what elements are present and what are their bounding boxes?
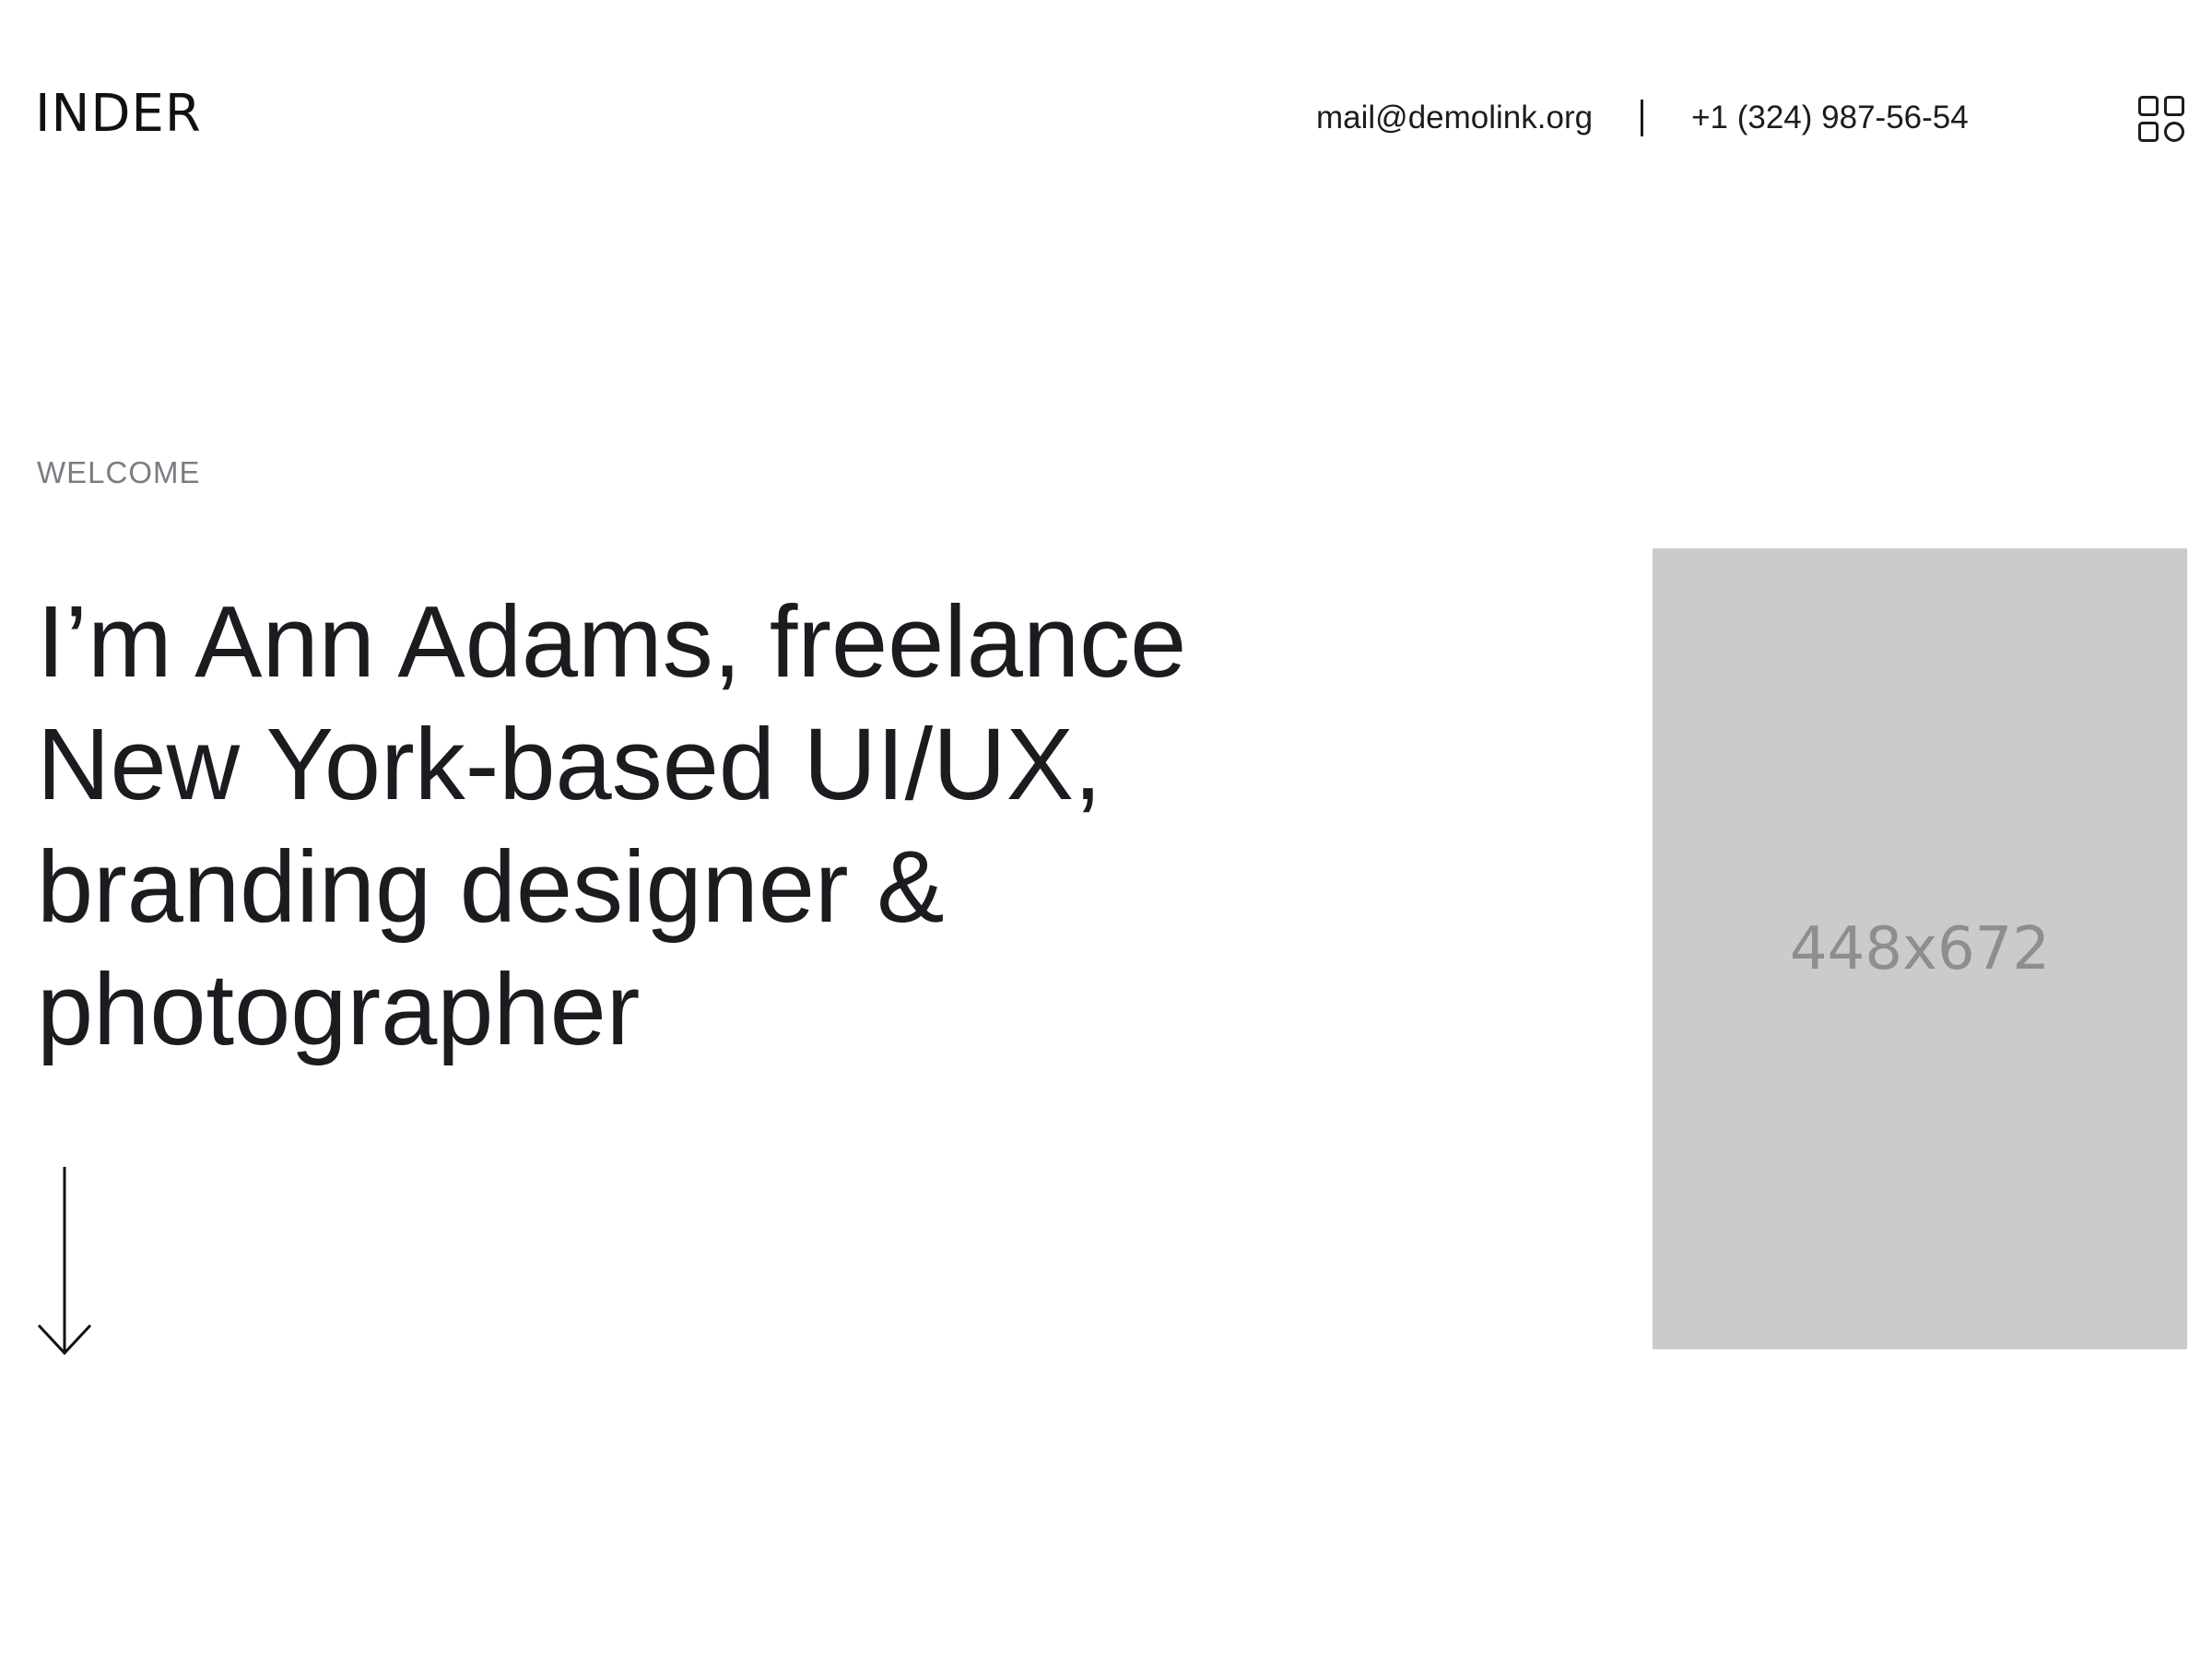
email-link[interactable]: mail@demolink.org	[1316, 100, 1593, 136]
arrow-down-icon	[37, 1167, 92, 1356]
contact-divider	[1641, 100, 1644, 136]
hero-eyebrow: WELCOME	[37, 455, 201, 489]
header-contacts: mail@demolink.org +1 (324) 987-56-54	[1316, 96, 1969, 140]
site-logo[interactable]: INDER	[35, 81, 202, 147]
hero-title: I’m Ann Adams, freelance New York-based …	[37, 585, 1187, 1066]
phone-link[interactable]: +1 (324) 987-56-54	[1691, 100, 1969, 136]
image-dimensions-label: 448x672	[1789, 914, 2051, 983]
hero-image-placeholder: 448x672	[1653, 548, 2187, 1349]
menu-toggle-button[interactable]	[2138, 96, 2186, 144]
scroll-down-button[interactable]	[37, 1167, 92, 1357]
grid-icon	[2138, 96, 2184, 142]
